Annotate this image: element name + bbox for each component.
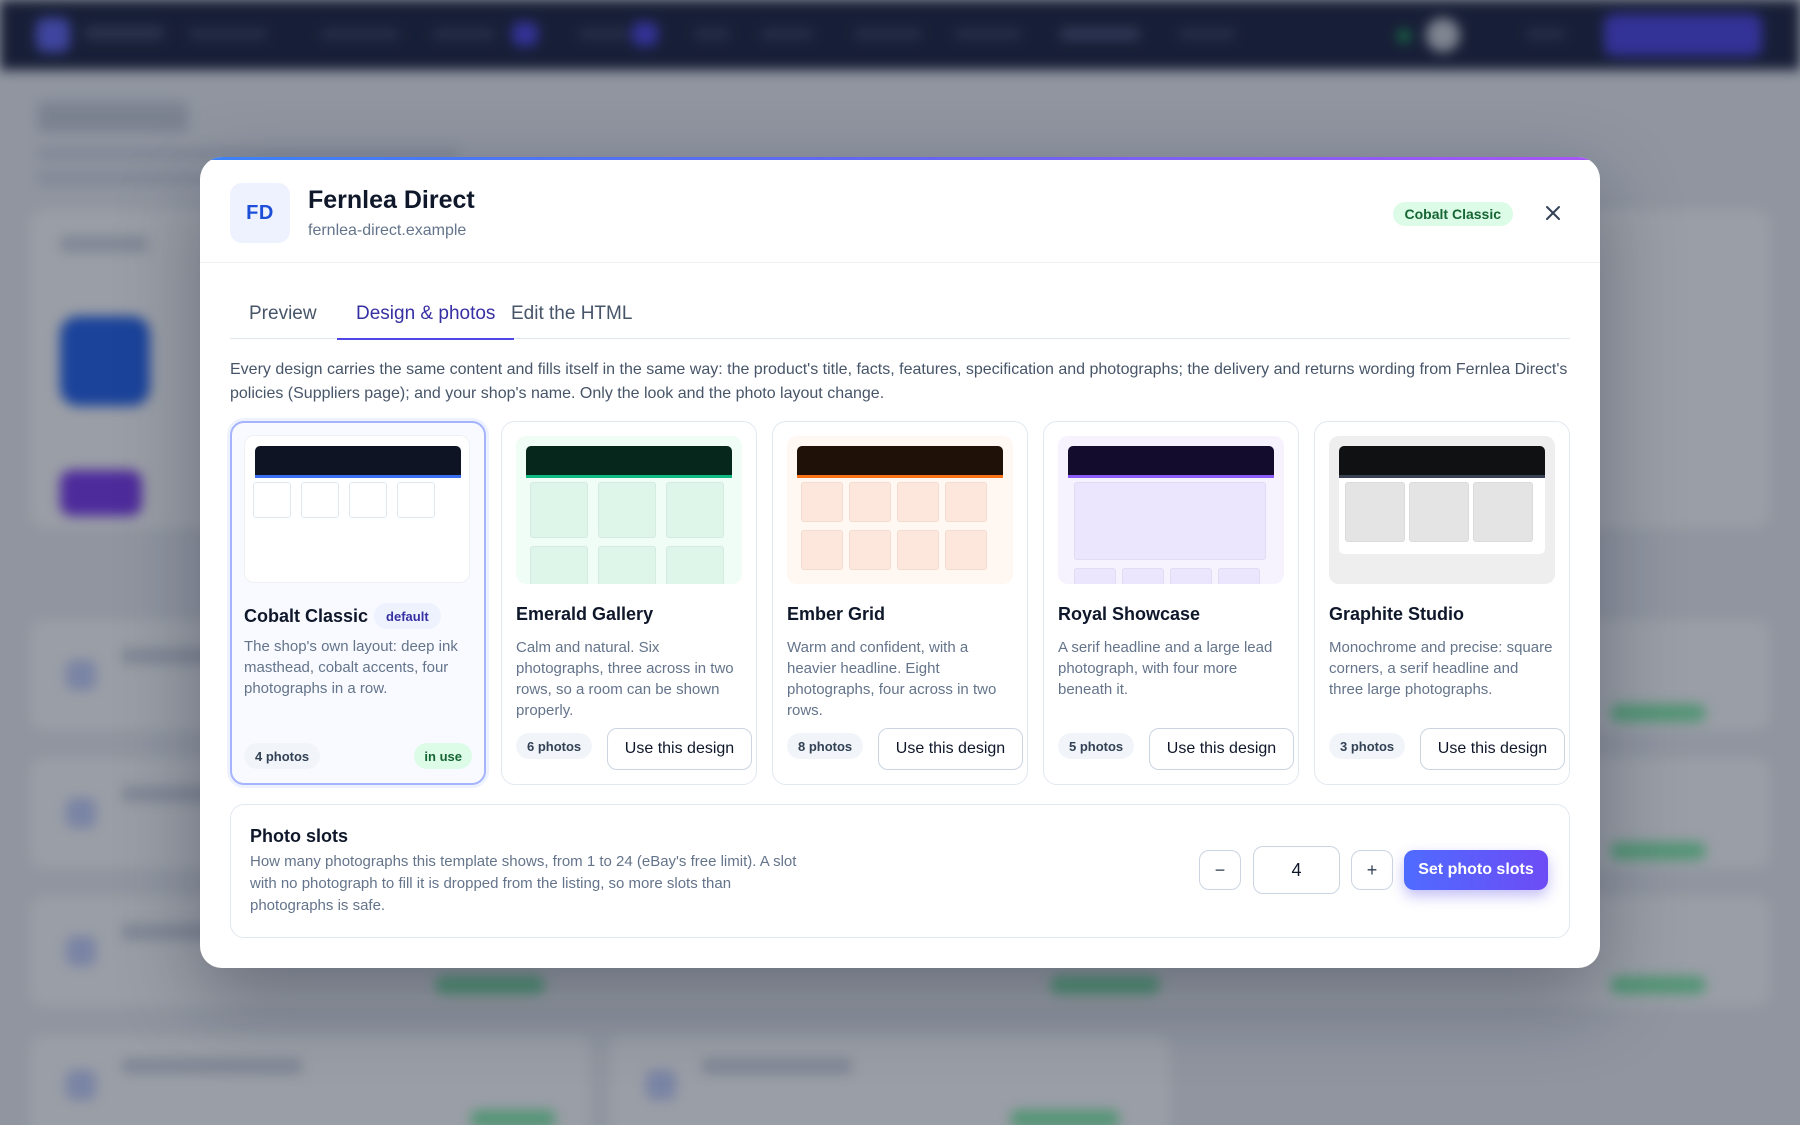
shop-domain: fernlea-direct.example: [308, 222, 467, 239]
thumbnail-photo-slot: [945, 530, 987, 570]
thumbnail-photo-slot: [897, 530, 939, 570]
design-card-ember-grid: Ember Grid Warm and confident, with a he…: [772, 421, 1028, 785]
design-description: Warm and confident, with a heavier headl…: [787, 639, 997, 719]
shop-avatar: FD: [230, 183, 290, 243]
use-design-button[interactable]: Use this design: [878, 728, 1023, 770]
design-title-row: Cobalt Classic default: [244, 603, 441, 629]
thumbnail-photo-slot: [253, 482, 291, 518]
thumbnail-photo-slot: [945, 482, 987, 522]
thumbnail-masthead: [1339, 446, 1545, 478]
thumbnail-photo-slot: [598, 482, 656, 538]
thumbnail-photo-slot: [801, 530, 843, 570]
thumbnail-photo-slot: [1409, 482, 1469, 542]
photo-slots-title: Photo slots: [250, 826, 348, 846]
thumbnail-photo-slot: [530, 482, 588, 538]
design-card-emerald-gallery: Emerald Gallery Calm and natural. Six ph…: [501, 421, 757, 785]
thumbnail-photo-slot: [530, 546, 588, 584]
thumbnail-masthead: [526, 446, 732, 478]
photo-slots-input[interactable]: [1253, 846, 1340, 894]
thumbnail-photo-slot: [598, 546, 656, 584]
thumbnail-photo-slot: [349, 482, 387, 518]
photos-count-badge: 6 photos: [516, 733, 593, 759]
template-design-modal: FD Fernlea Direct fernlea-direct.example…: [200, 157, 1600, 968]
tab-bar: Preview Design & photos Edit the HTML: [230, 292, 1570, 340]
photo-slots-description: How many photographs this template shows…: [250, 853, 797, 914]
thumbnail-photo-slot: [666, 546, 724, 584]
design-name: Cobalt Classic: [244, 605, 369, 626]
design-description: The shop's own layout: deep ink masthead…: [244, 638, 458, 697]
design-thumbnail: [244, 435, 470, 583]
close-icon: [1546, 206, 1560, 220]
design-name: Emerald Gallery: [516, 604, 654, 624]
thumbnail-masthead: [255, 446, 461, 478]
thumbnail-photo-slot: [1218, 568, 1260, 584]
design-thumbnail: [1058, 436, 1284, 584]
default-badge: default: [374, 603, 441, 629]
thumbnail-masthead: [797, 446, 1003, 478]
design-card-royal-showcase: Royal Showcase A serif headline and a la…: [1043, 421, 1299, 785]
design-card-cobalt-classic[interactable]: Cobalt Classic default The shop's own la…: [230, 421, 486, 785]
tab-edit-html[interactable]: Edit the HTML: [492, 292, 651, 339]
design-cards: Cobalt Classic default The shop's own la…: [230, 421, 1570, 785]
thumbnail-photo-slot: [897, 482, 939, 522]
close-button[interactable]: [1538, 198, 1568, 228]
design-description: Calm and natural. Six photographs, three…: [516, 639, 734, 719]
photos-count-badge: 5 photos: [1058, 733, 1135, 759]
thumbnail-photo-slot: [1473, 482, 1533, 542]
modal-header: FD Fernlea Direct fernlea-direct.example…: [200, 160, 1600, 263]
thumbnail-photo-slot: [1170, 568, 1212, 584]
thumbnail-photo-slot: [849, 482, 891, 522]
in-use-badge: in use: [414, 743, 472, 769]
thumbnail-photo-slot: [1074, 568, 1116, 584]
thumbnail-photo-slot: [666, 482, 724, 538]
use-design-button[interactable]: Use this design: [1420, 728, 1565, 770]
thumbnail-photo-slot: [301, 482, 339, 518]
design-thumbnail: [516, 436, 742, 584]
thumbnail-masthead: [1068, 446, 1274, 478]
thumbnail-photo-slot: [801, 482, 843, 522]
tab-design-photos[interactable]: Design & photos: [337, 292, 515, 340]
thumbnail-photo-slot: [1122, 568, 1164, 584]
design-thumbnail: [787, 436, 1013, 584]
photos-count-badge: 3 photos: [1329, 733, 1406, 759]
design-thumbnail: [1329, 436, 1555, 584]
shop-name: Fernlea Direct: [308, 186, 475, 214]
design-card-graphite-studio: Graphite Studio Monochrome and precise: …: [1314, 421, 1570, 785]
use-design-button[interactable]: Use this design: [1149, 728, 1294, 770]
set-photo-slots-button[interactable]: Set photo slots: [1404, 850, 1548, 890]
thumbnail-photo-slot: [1345, 482, 1405, 542]
thumbnail-photo-slot: [397, 482, 435, 518]
design-name: Royal Showcase: [1058, 604, 1201, 624]
increment-slots-button[interactable]: +: [1351, 850, 1393, 890]
use-design-button[interactable]: Use this design: [607, 728, 752, 770]
thumbnail-photo-slot: [849, 530, 891, 570]
decrement-slots-button[interactable]: −: [1199, 850, 1241, 890]
photos-count-badge: 4 photos: [244, 743, 321, 769]
design-name: Graphite Studio: [1329, 604, 1464, 624]
design-description: A serif headline and a large lead photog…: [1058, 639, 1273, 698]
design-name: Ember Grid: [787, 604, 886, 624]
design-intro-text: Every design carries the same content an…: [230, 361, 1568, 402]
photos-count-badge: 8 photos: [787, 733, 864, 759]
photo-slots-panel: Photo slots How many photographs this te…: [230, 804, 1570, 938]
design-description: Monochrome and precise: square corners, …: [1329, 639, 1553, 698]
thumbnail-photo-slot: [1074, 482, 1266, 560]
tab-preview[interactable]: Preview: [230, 292, 336, 339]
current-template-badge: Cobalt Classic: [1392, 202, 1513, 226]
